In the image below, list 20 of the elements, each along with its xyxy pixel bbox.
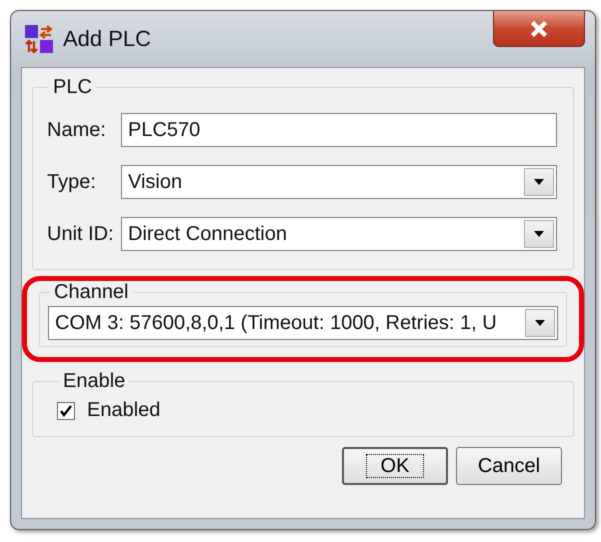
dropdown-arrow-icon [533, 230, 545, 238]
name-field[interactable]: PLC570 [121, 113, 557, 147]
group-title: PLC [52, 76, 93, 99]
app-icon [23, 23, 55, 55]
group-title: Enable [62, 370, 126, 393]
field-label: Type: [47, 170, 97, 194]
checkbox-label: Enabled [87, 399, 160, 422]
dropdown-arrow-icon [533, 178, 545, 186]
dialog-button[interactable]: Cancel [456, 447, 562, 485]
field-label: Name: [47, 118, 107, 142]
close-button[interactable] [493, 11, 585, 47]
checkbox[interactable] [57, 402, 75, 420]
channel-dropdown[interactable]: COM 3: 57600,8,0,1 (Timeout: 1000, Retries: 1, U [48, 306, 558, 340]
dropdown-field[interactable]: Vision [121, 165, 557, 199]
dialog-button[interactable]: OK [342, 447, 448, 485]
group-title: Channel [53, 281, 130, 304]
window-title: Add PLC [63, 26, 152, 52]
dropdown-arrow-icon [534, 319, 546, 327]
field-label: Unit ID: [47, 222, 115, 246]
dropdown-field[interactable]: Direct Connection [121, 217, 557, 251]
